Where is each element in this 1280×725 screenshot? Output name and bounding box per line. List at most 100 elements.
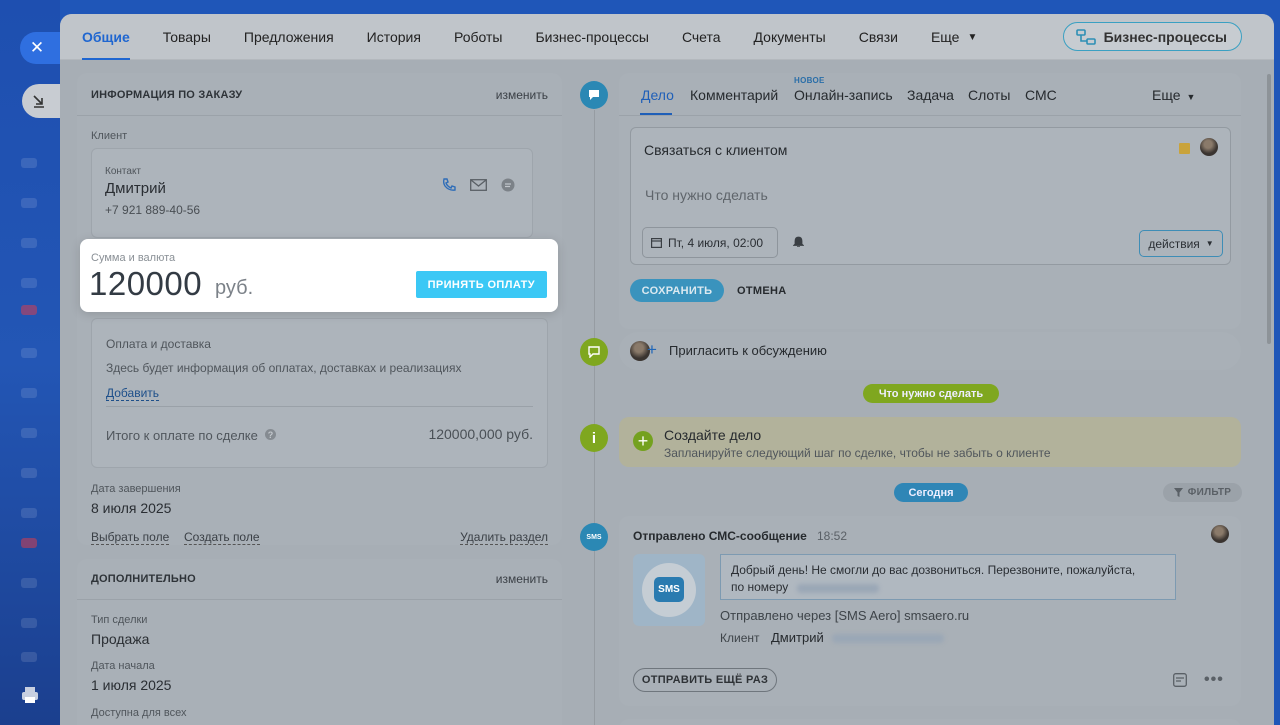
close-date-label: Дата завершения [91,483,181,495]
chevron-down-icon: ▼ [967,31,978,43]
comment-type-icon [580,338,608,366]
create-field-link[interactable]: Создать поле [184,530,260,545]
business-processes-button[interactable]: Бизнес-процессы [1062,22,1242,51]
tab-more[interactable]: Еще ▼ [1152,87,1195,103]
chat-icon[interactable] [501,178,515,192]
extra-heading: ДОПОЛНИТЕЛЬНО [91,573,196,585]
mail-icon[interactable] [470,179,487,191]
menu-item-icon [21,158,37,168]
note-icon[interactable] [1173,673,1187,687]
more-icon[interactable]: ••• [1204,671,1224,689]
tab-business-processes[interactable]: Бизнес-процессы [535,14,648,60]
order-info-heading: ИНФОРМАЦИЯ ПО ЗАКАЗУ [91,89,243,101]
close-date-value[interactable]: 8 июля 2025 [91,500,171,516]
activity-type-icon [580,81,608,109]
activity-editor: Дело Комментарий НОВОЕ Онлайн-запись Зад… [619,73,1241,329]
cancel-button[interactable]: ОТМЕНА [737,285,786,297]
delete-section-link[interactable]: Удалить раздел [460,530,548,545]
activity-description-input[interactable]: Что нужно сделать [645,187,768,203]
menu-item-icon [21,428,37,438]
active-tab-indicator [640,113,672,115]
plus-icon[interactable]: + [633,431,653,451]
plus-icon: + [647,340,657,359]
todo-section-pill: Что нужно сделать [863,384,999,403]
create-task-card[interactable]: + Создайте дело Запланируйте следующий ш… [619,417,1241,467]
history-item [619,719,1241,725]
menu-item-icon [21,278,37,288]
filter-label: ФИЛЬТР [1187,487,1232,498]
divider [77,599,562,600]
tab-links[interactable]: Связи [859,14,898,60]
tab-comment[interactable]: Комментарий [690,87,778,103]
sms-client-name[interactable]: Дмитрий [771,630,824,645]
contact-phone[interactable]: +7 921 889-40-56 [105,203,200,217]
add-payment-link[interactable]: Добавить [106,386,160,401]
tab-products[interactable]: Товары [163,14,211,60]
filter-button[interactable]: ФИЛЬТР [1163,483,1242,502]
tab-documents[interactable]: Документы [754,14,826,60]
deal-type-value[interactable]: Продажа [91,631,149,647]
accept-payment-button[interactable]: ПРИНЯТЬ ОПЛАТУ [415,271,547,298]
business-processes-label: Бизнес-процессы [1103,28,1227,45]
sms-client-label: Клиент [720,631,760,645]
payment-label: Оплата и доставка [106,337,211,351]
tab-general[interactable]: Общие [82,14,130,60]
save-button[interactable]: СОХРАНИТЬ [630,279,724,302]
tab-sms[interactable]: СМС [1025,87,1057,103]
calendar-icon [651,238,662,248]
tab-robots[interactable]: Роботы [454,14,502,60]
tab-history[interactable]: История [367,14,421,60]
sms-sent-via: Отправлено через [SMS Aero] smsaero.ru [720,608,970,623]
tab-task[interactable]: Задача [907,87,954,103]
phone-icon[interactable] [441,177,457,193]
hidden-phone [797,584,879,593]
divider [619,115,1241,116]
hidden-phone [832,634,944,643]
order-info-edit-link[interactable]: изменить [496,88,548,102]
tab-offers[interactable]: Предложения [244,14,334,60]
avatar[interactable] [1211,525,1229,543]
tab-invoices[interactable]: Счета [682,14,721,60]
minimize-button[interactable] [22,84,60,118]
activity-title-input[interactable]: Связаться с клиентом [644,142,787,158]
menu-item-icon [21,348,37,358]
bell-icon[interactable] [793,236,804,248]
start-date-value[interactable]: 1 июля 2025 [91,677,171,693]
contact-name[interactable]: Дмитрий [105,180,166,197]
menu-item-icon [21,508,37,518]
actions-dropdown[interactable]: действия ▼ [1139,230,1223,257]
color-marker-icon[interactable] [1179,143,1190,154]
tab-more-label: Еще [1152,87,1181,103]
tab-more-label: Еще [930,29,960,45]
info-icon: i [580,424,608,452]
close-icon: ✕ [29,38,45,57]
payment-info: Здесь будет информация об оплатах, доста… [106,361,462,375]
currency-label[interactable]: руб. [215,277,253,300]
resend-button[interactable]: ОТПРАВИТЬ ЕЩЁ РАЗ [633,668,777,692]
sms-title: Отправлено СМС-сообщение [633,529,807,543]
tab-deal[interactable]: Дело [641,87,674,103]
activity-form: Связаться с клиентом Что нужно сделать П… [630,127,1231,265]
sms-message-line2: по номеру [731,580,789,594]
tab-more[interactable]: Еще ▼ [931,14,977,60]
choose-field-link[interactable]: Выбрать поле [91,530,170,545]
available-label: Доступна для всех [91,707,187,719]
tab-slots[interactable]: Слоты [968,87,1010,103]
sum-value[interactable]: 120000 [89,265,202,303]
business-process-icon [1075,28,1096,45]
avatar[interactable] [1200,138,1218,156]
menu-item-icon [21,652,37,662]
help-icon[interactable]: ? [265,429,276,440]
extra-edit-link[interactable]: изменить [496,572,548,586]
arrow-down-icon [33,95,44,108]
scrollbar[interactable] [1267,74,1271,344]
invite-to-discussion[interactable]: + Пригласить к обсуждению [619,332,1241,370]
extra-info-card: ДОПОЛНИТЕЛЬНО изменить Тип сделки Продаж… [77,559,562,725]
deadline-value: Пт, 4 июля, 02:00 [668,235,764,250]
close-slider-button[interactable]: ✕ [20,32,60,64]
printer-icon[interactable] [20,686,40,704]
today-pill: Сегодня [894,483,968,502]
deadline-picker[interactable]: Пт, 4 июля, 02:00 [642,227,778,258]
tab-online-booking[interactable]: Онлайн-запись [794,87,893,103]
menu-item-icon [21,388,37,398]
